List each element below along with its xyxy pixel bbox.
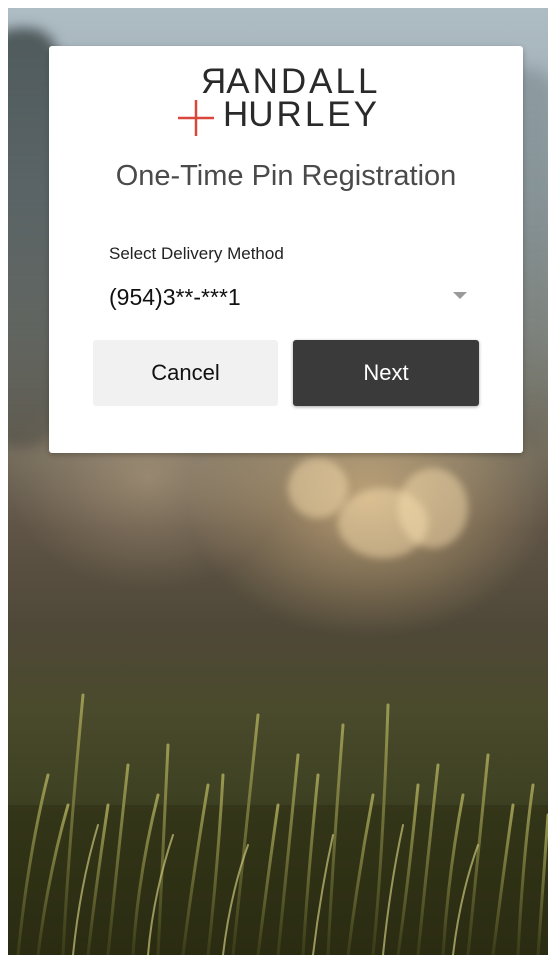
chevron-down-icon	[453, 292, 467, 299]
grass-foreground	[8, 693, 548, 955]
logo-line-2: HURLEY	[220, 95, 380, 134]
next-button[interactable]: Next	[293, 340, 479, 406]
delivery-method-select[interactable]: (954)3**-***1	[109, 280, 471, 316]
delivery-method-label: Select Delivery Method	[109, 244, 284, 263]
cancel-button[interactable]: Cancel	[93, 340, 278, 406]
logo-h: H	[220, 95, 249, 134]
page-title: One-Time Pin Registration	[115, 160, 457, 192]
bokeh-light	[398, 468, 468, 548]
bokeh-light	[288, 458, 348, 518]
logo-cross-icon	[178, 100, 214, 136]
delivery-method-value: (954)3**-***1	[109, 284, 241, 310]
company-logo: RANDALL HURLEY	[176, 62, 396, 136]
logo-line-2-rest: URLEY	[248, 95, 380, 134]
